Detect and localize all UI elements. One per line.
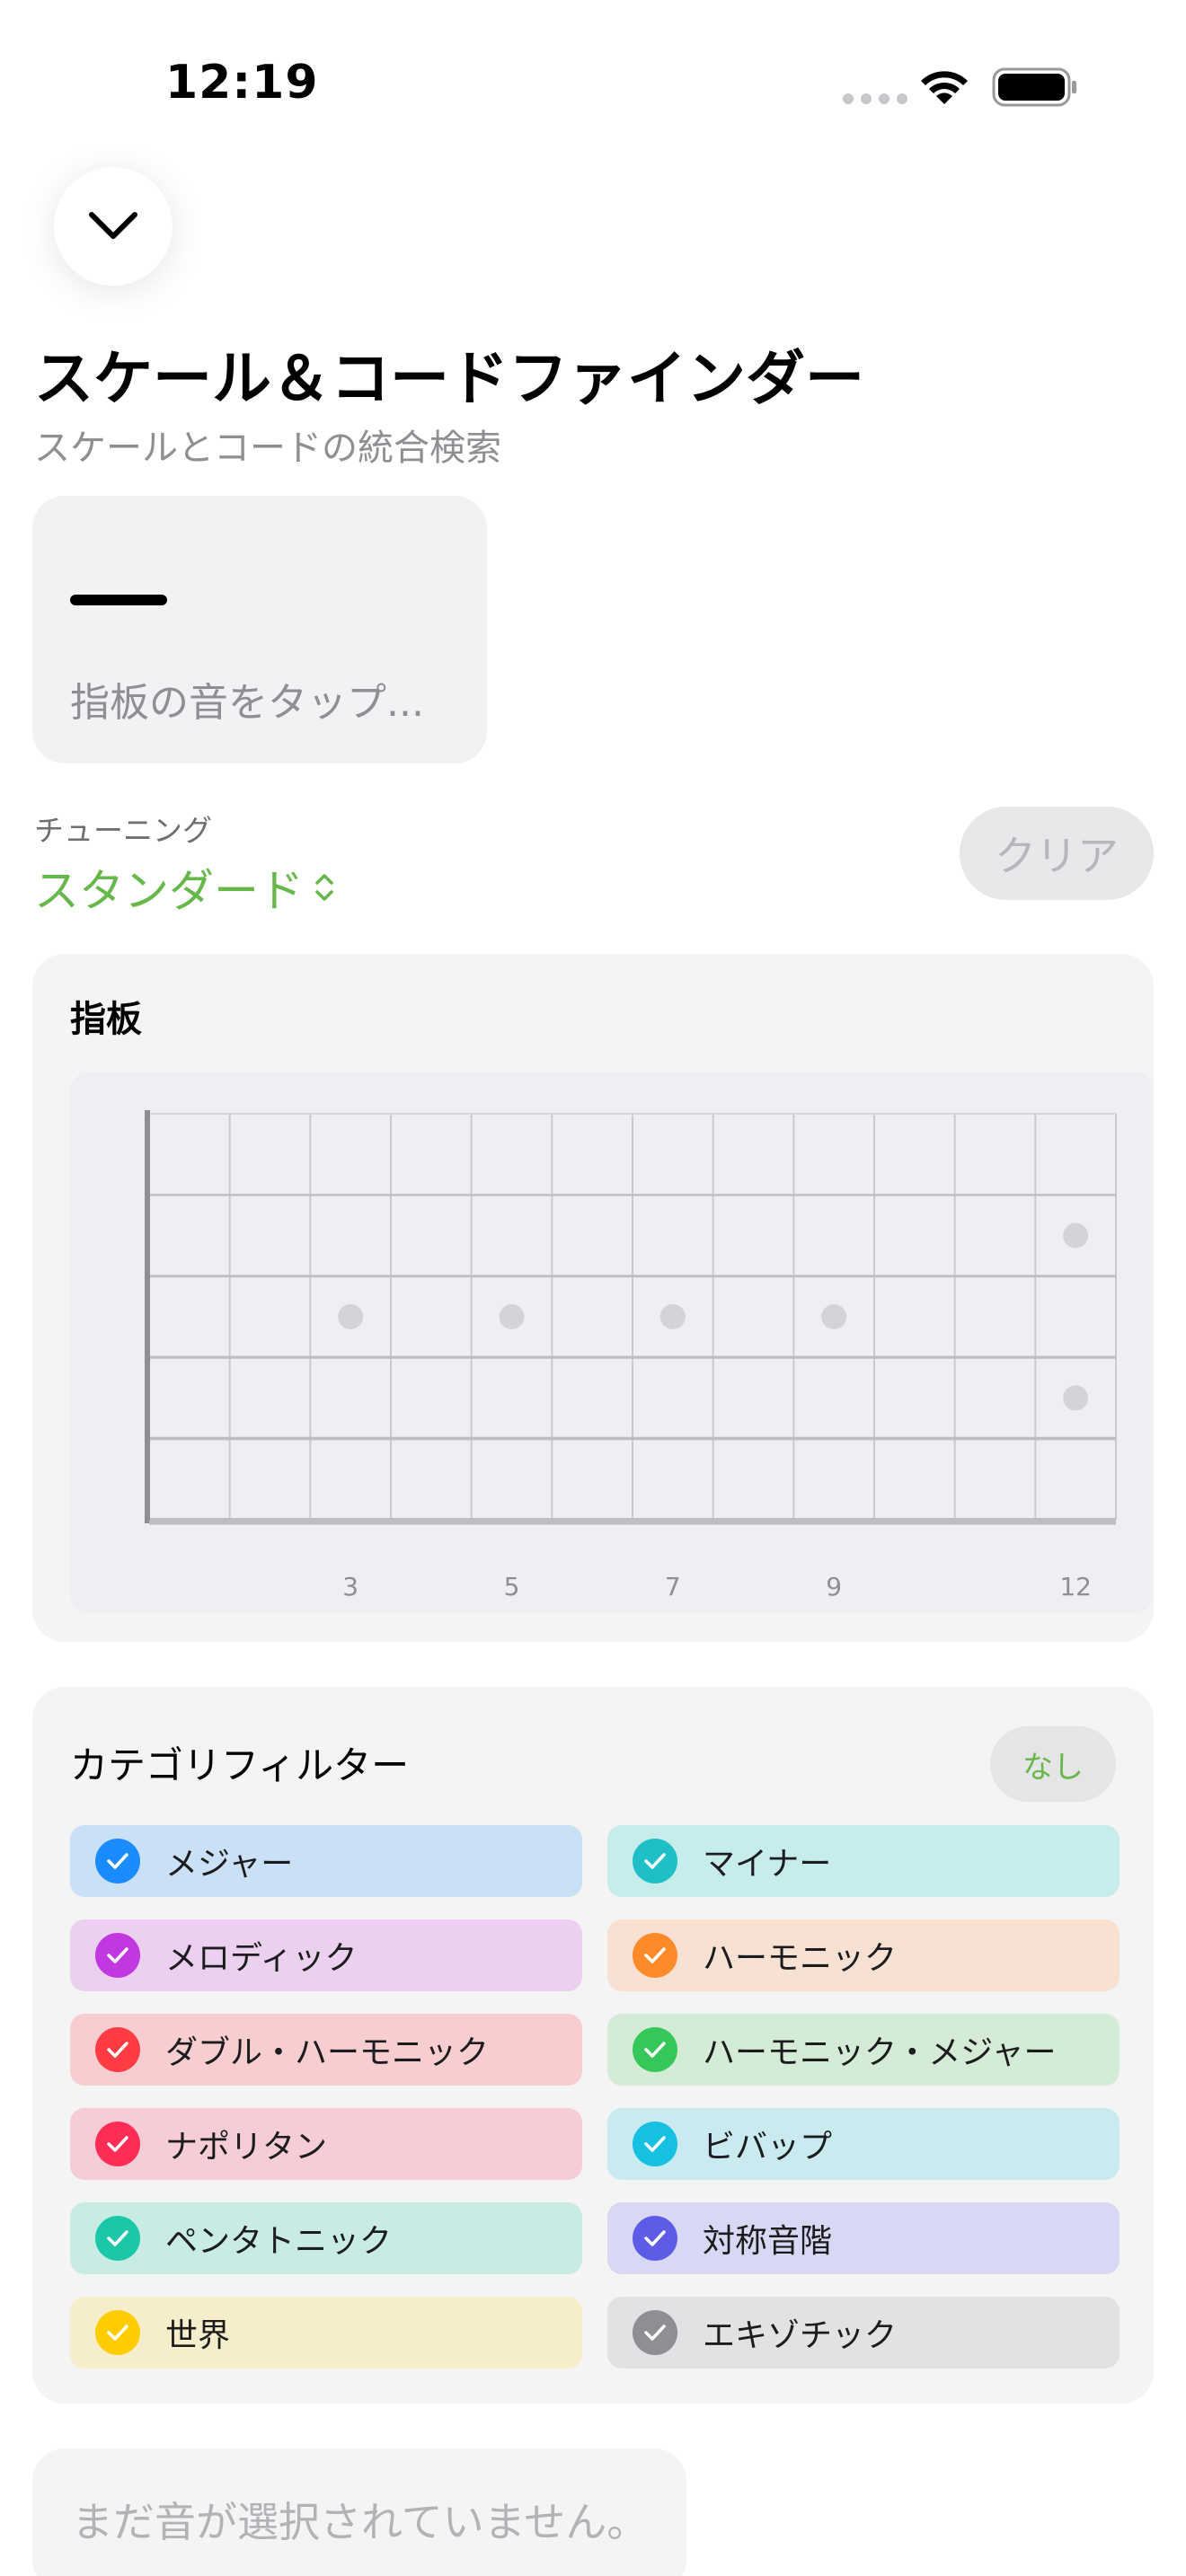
category-chip-label: メロディック: [165, 1940, 358, 1977]
fret-inlay-dot: [821, 1304, 847, 1329]
selected-notes-placeholder-dash: [70, 595, 167, 605]
checkmark-icon: [633, 1933, 677, 1978]
checkmark-icon: [633, 2310, 677, 2355]
checkmark-icon: [95, 2122, 140, 2166]
category-filter-card: カテゴリフィルター なし メジャー マイナーメロディック ハーモニックダブル・ハーモ…: [32, 1687, 1154, 2404]
checkmark-icon: [633, 2122, 677, 2166]
empty-state-card: まだ音が選択されていません。: [32, 2448, 686, 2576]
category-chip-label: 世界: [165, 2317, 231, 2354]
category-chip-label: ペンタトニック: [165, 2223, 393, 2260]
battery-icon: [992, 67, 1076, 107]
wifi-icon: [921, 71, 968, 104]
checkmark-icon: [95, 2027, 140, 2072]
category-chip-label: ビバップ: [703, 2129, 833, 2166]
fret-inlay-dot: [499, 1304, 525, 1329]
checkmark-icon: [633, 2027, 677, 2072]
fretboard-surface: [70, 1072, 1154, 1613]
fret-number: 7: [665, 1572, 681, 1601]
fret-inlay-dot: [1063, 1385, 1089, 1411]
chevron-down-icon: [89, 212, 137, 239]
category-chip-label: ナポリタン: [165, 2129, 328, 2166]
tuning-label: チューニング: [34, 813, 212, 848]
checkmark-icon: [95, 2216, 140, 2261]
category-chip[interactable]: ハーモニック: [607, 1919, 1120, 1991]
page-subtitle: スケールとコードの統合検索: [34, 428, 501, 469]
checkmark-icon: [95, 2310, 140, 2355]
category-chip-label: 対称音階: [703, 2223, 833, 2260]
category-chip[interactable]: マイナー: [607, 1825, 1120, 1897]
category-filter-title: カテゴリフィルター: [70, 1743, 410, 1787]
fretboard-card: 指板 3 5 7 9 12: [32, 954, 1154, 1642]
fret-number: 5: [504, 1572, 520, 1601]
category-chip[interactable]: ダブル・ハーモニック: [70, 2014, 582, 2086]
fret-number: 3: [342, 1572, 358, 1601]
checkmark-icon: [633, 1839, 677, 1883]
category-chip[interactable]: エキゾチック: [607, 2297, 1120, 2369]
fret-inlay-dot: [659, 1304, 686, 1329]
checkmark-icon: [95, 1839, 140, 1883]
category-chip-label: メジャー: [165, 1846, 294, 1883]
status-time: 12:19: [165, 56, 319, 110]
category-chip-label: マイナー: [703, 1846, 832, 1883]
clear-button[interactable]: クリア: [960, 807, 1154, 900]
checkmark-icon: [95, 1933, 140, 1978]
tuning-picker[interactable]: スタンダード: [34, 855, 336, 920]
category-chip-label: エキゾチック: [703, 2317, 898, 2354]
tuning-value: スタンダード: [34, 865, 304, 917]
cellular-signal-icon: [843, 93, 907, 104]
fret-inlay-dot: [1063, 1222, 1089, 1248]
collapse-button[interactable]: [54, 167, 173, 286]
fretboard[interactable]: 3 5 7 9 12: [32, 954, 1154, 1642]
status-bar: 12:19: [0, 0, 1186, 171]
chevron-up-down-icon: [315, 874, 333, 901]
fret-number: 12: [1059, 1572, 1092, 1601]
fret-number: 9: [826, 1572, 842, 1601]
fret-inlay-dot: [338, 1304, 364, 1329]
category-chip[interactable]: メジャー: [70, 1825, 582, 1897]
category-chip-label: ダブル・ハーモニック: [165, 2034, 490, 2071]
category-chip-label: ハーモニック: [703, 1940, 898, 1977]
page-title: スケール＆コードファインダー: [34, 344, 864, 413]
category-chip[interactable]: 世界: [70, 2297, 582, 2369]
selected-notes-hint: 指板の音をタップ...: [70, 680, 424, 726]
category-chip-label: ハーモニック・メジャー: [703, 2034, 1057, 2071]
category-chip[interactable]: メロディック: [70, 1919, 582, 1991]
empty-state-text: まだ音が選択されていません。: [72, 2498, 649, 2546]
deselect-all-button[interactable]: なし: [990, 1726, 1116, 1802]
category-chip[interactable]: ペンタトニック: [70, 2202, 582, 2274]
category-chip[interactable]: ナポリタン: [70, 2108, 582, 2180]
category-chip[interactable]: ハーモニック・メジャー: [607, 2014, 1120, 2086]
category-chip[interactable]: 対称音階: [607, 2202, 1120, 2274]
category-chip[interactable]: ビバップ: [607, 2108, 1120, 2180]
selected-notes-card: 指板の音をタップ...: [32, 496, 487, 763]
checkmark-icon: [633, 2216, 677, 2261]
